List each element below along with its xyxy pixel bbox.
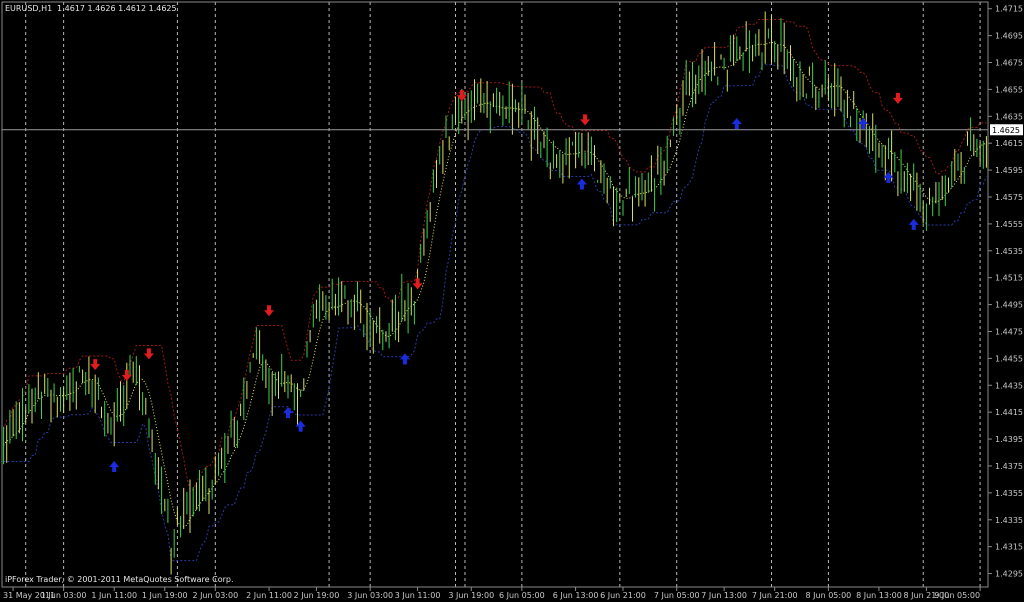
time-tick-label: 7 Jun 21:00 [752, 591, 798, 600]
time-tick-label: 2 Jun 11:00 [246, 591, 292, 600]
current-price-marker: 1.4625 [990, 124, 1023, 136]
price-tick-label: 1.4555 [995, 220, 1023, 229]
time-tick-label: 1 Jun 19:00 [142, 591, 188, 600]
price-tick-label: 1.4575 [995, 193, 1023, 202]
time-tick-label: 6 Jun 13:00 [553, 591, 599, 600]
copyright-text: iPForex Trader, © 2001-2011 MetaQuotes S… [5, 575, 234, 584]
time-tick-label: 3 Jun 19:00 [448, 591, 494, 600]
time-tick-label: 3 Jun 11:00 [395, 591, 441, 600]
time-tick-label: 1 Jun 11:00 [91, 591, 137, 600]
time-tick-label: 8 Jun 13:00 [856, 591, 902, 600]
price-tick-label: 1.4515 [995, 274, 1023, 283]
price-tick-label: 1.4695 [995, 32, 1023, 41]
price-tick-label: 1.4375 [995, 462, 1023, 471]
time-tick-label: 1 Jun 03:00 [41, 591, 87, 600]
price-tick-label: 1.4495 [995, 301, 1023, 310]
price-tick-label: 1.4595 [995, 166, 1023, 175]
price-tick-label: 1.4675 [995, 59, 1023, 68]
price-tick-label: 1.4655 [995, 85, 1023, 94]
price-tick-label: 1.4435 [995, 381, 1023, 390]
price-tick-label: 1.4295 [995, 570, 1023, 579]
price-tick-label: 1.4715 [995, 5, 1023, 14]
time-tick-label: 9 Jun 05:00 [934, 591, 980, 600]
time-tick-label: 7 Jun 05:00 [654, 591, 700, 600]
price-tick-label: 1.4635 [995, 112, 1023, 121]
time-tick-label: 7 Jun 13:00 [701, 591, 747, 600]
price-tick-label: 1.4355 [995, 489, 1023, 498]
time-tick-label: 8 Jun 05:00 [806, 591, 852, 600]
price-tick-label: 1.4455 [995, 354, 1023, 363]
time-tick-label: 6 Jun 21:00 [600, 591, 646, 600]
time-tick-label: 3 Jun 03:00 [347, 591, 393, 600]
current-price-label: 1.4625 [992, 126, 1020, 135]
price-tick-label: 1.4395 [995, 435, 1023, 444]
price-tick-label: 1.4535 [995, 247, 1023, 256]
price-tick-label: 1.4315 [995, 543, 1023, 552]
price-tick-label: 1.4475 [995, 327, 1023, 336]
time-tick-label: 6 Jun 05:00 [499, 591, 545, 600]
price-tick-label: 1.4615 [995, 139, 1023, 148]
price-chart[interactable]: 1.4715 1.4695 1.4675 1.4655 1.4635 1.4615 1.45… [0, 0, 1024, 602]
time-tick-label: 2 Jun 03:00 [192, 591, 238, 600]
price-tick-label: 1.4335 [995, 516, 1023, 525]
chart-header-symbol: EURUSD,H1 [5, 4, 52, 13]
chart-header-ohlc: 1.4617 1.4626 1.4612 1.4625 [57, 4, 177, 13]
time-tick-label: 2 Jun 19:00 [294, 591, 340, 600]
price-tick-label: 1.4415 [995, 408, 1023, 417]
